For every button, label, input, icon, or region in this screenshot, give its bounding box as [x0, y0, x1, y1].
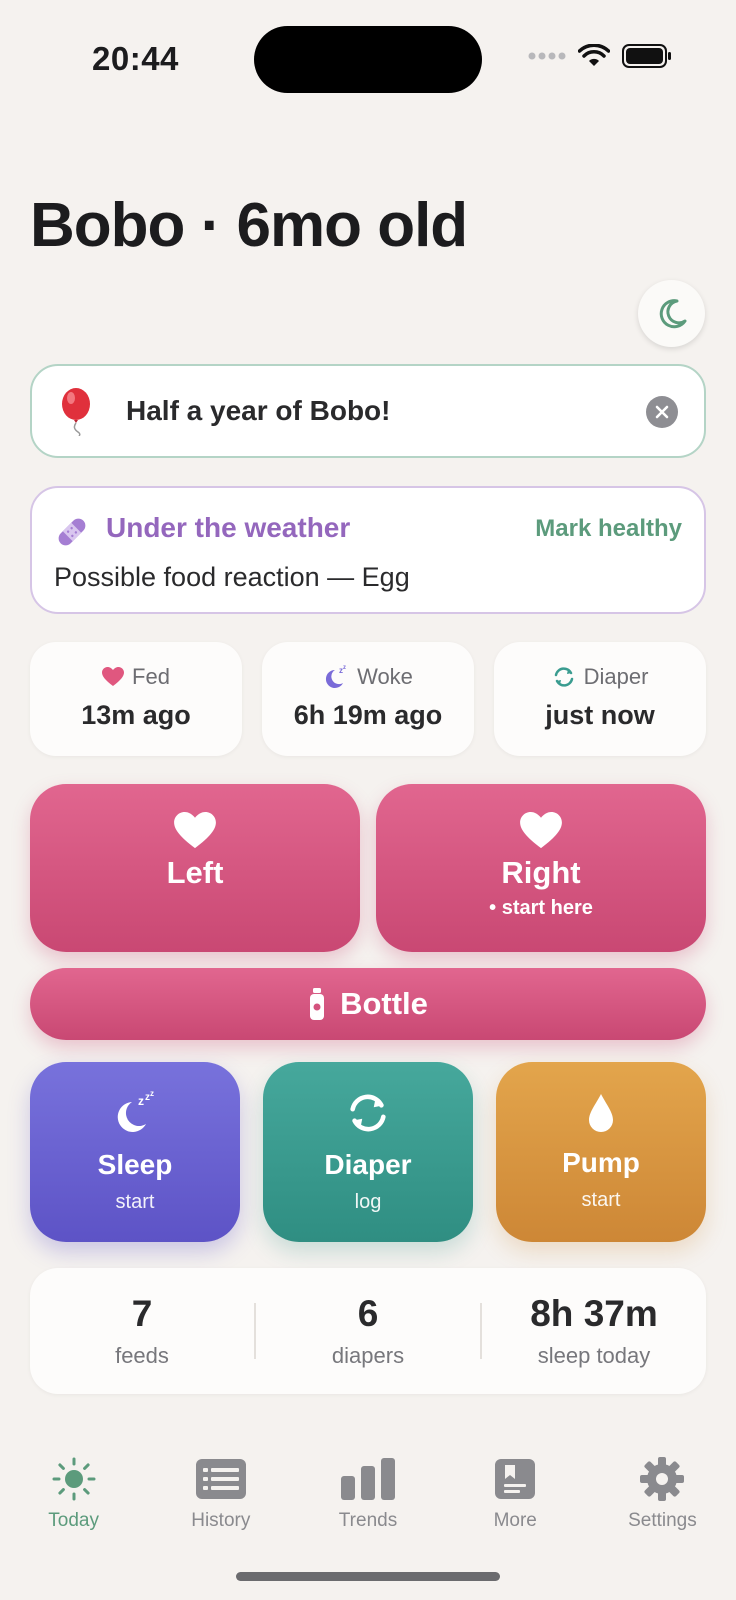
- chip-label-diaper: Diaper: [583, 664, 649, 689]
- tab-more[interactable]: More: [442, 1450, 589, 1560]
- night-mode-button[interactable]: [638, 280, 705, 347]
- close-icon: [655, 405, 669, 419]
- refresh-icon: [554, 667, 573, 687]
- heart-icon: [102, 667, 125, 686]
- pump-label: Pump: [562, 1147, 640, 1178]
- sick-title: Under the weather: [106, 512, 351, 543]
- heart-icon: [174, 812, 216, 849]
- svg-text:z: z: [150, 1090, 154, 1098]
- last-woke-chip[interactable]: z z Woke 6h 19m ago: [262, 642, 474, 756]
- moon-icon: [659, 298, 686, 328]
- bottle-icon: [310, 988, 325, 1020]
- dismiss-milestone-button[interactable]: [646, 396, 678, 428]
- chip-value-diaper: just now: [545, 700, 655, 730]
- sleep-button[interactable]: z z z Sleep start: [30, 1062, 240, 1242]
- summary-feeds-value: 7: [131, 1293, 153, 1334]
- summary-diapers-value: 6: [357, 1293, 379, 1334]
- summary-feeds: 7 feeds: [30, 1293, 254, 1369]
- sleep-moon-icon: z z: [326, 665, 346, 688]
- milestone-banner: Half a year of Bobo!: [30, 364, 706, 458]
- tab-bar: Today History Trends More Settings: [0, 1450, 736, 1560]
- milestone-text: Half a year of Bobo!: [126, 395, 391, 426]
- list-icon: [195, 1459, 246, 1499]
- tab-label-today: Today: [48, 1510, 99, 1531]
- summary-feeds-label: feeds: [115, 1343, 169, 1368]
- summary-diapers: 6 diapers: [256, 1293, 480, 1369]
- refresh-icon: [350, 1094, 386, 1132]
- feed-right-button[interactable]: Right • start here: [376, 784, 706, 952]
- tab-label-history: History: [191, 1510, 251, 1531]
- status-time: 20:44: [92, 40, 179, 77]
- signal-icon: [528, 52, 566, 60]
- tab-label-settings: Settings: [628, 1510, 697, 1531]
- pump-button[interactable]: Pump start: [496, 1062, 706, 1242]
- dynamic-island: [254, 26, 482, 93]
- bottle-button[interactable]: Bottle: [30, 968, 706, 1040]
- mark-healthy-button[interactable]: Mark healthy: [535, 515, 682, 543]
- svg-text:z: z: [343, 665, 346, 671]
- tab-settings[interactable]: Settings: [589, 1450, 736, 1560]
- page-title: Bobo · 6mo old: [30, 191, 468, 260]
- tab-today[interactable]: Today: [0, 1450, 147, 1560]
- gear-icon: [640, 1457, 685, 1501]
- drop-icon: [589, 1094, 613, 1132]
- book-icon: [495, 1459, 536, 1499]
- balloon-icon: [56, 386, 96, 437]
- summary-sleep: 8h 37m sleep today: [482, 1293, 706, 1369]
- chip-value-fed: 13m ago: [81, 700, 191, 730]
- sick-detail: Possible food reaction — Egg: [54, 562, 410, 592]
- wifi-icon: [578, 44, 610, 66]
- summary-diapers-label: diapers: [331, 1343, 405, 1368]
- sun-icon: [52, 1457, 96, 1501]
- feed-left-label: Left: [166, 855, 224, 890]
- summary-sleep-label: sleep today: [537, 1343, 651, 1368]
- feed-right-hint: • start here: [489, 897, 593, 919]
- bandage-icon: [58, 518, 86, 546]
- sleep-moon-icon: z z z: [117, 1089, 154, 1132]
- sleep-label: Sleep: [97, 1149, 173, 1180]
- chip-value-woke: 6h 19m ago: [293, 700, 443, 730]
- last-diaper-chip[interactable]: Diaper just now: [494, 642, 706, 756]
- last-fed-chip[interactable]: Fed 13m ago: [30, 642, 242, 756]
- diaper-label: Diaper: [324, 1149, 412, 1180]
- bar-chart-icon: [341, 1458, 395, 1500]
- diaper-sub: log: [354, 1191, 382, 1213]
- battery-icon: [622, 44, 671, 68]
- svg-text:z: z: [138, 1094, 144, 1108]
- pump-sub: start: [581, 1189, 621, 1211]
- diaper-button[interactable]: Diaper log: [263, 1062, 473, 1242]
- sick-status-card: Under the weather Mark healthy Possible …: [30, 486, 706, 614]
- tab-trends[interactable]: Trends: [294, 1450, 441, 1560]
- daily-summary: 7 feeds 6 diapers 8h 37m sleep today: [30, 1268, 706, 1394]
- feed-right-label: Right: [501, 855, 581, 890]
- status-icons: [528, 44, 672, 68]
- sleep-sub: start: [115, 1191, 155, 1213]
- status-bar: 20:44: [0, 0, 736, 120]
- home-indicator: [236, 1572, 500, 1581]
- tab-label-more: More: [493, 1510, 537, 1531]
- tab-history[interactable]: History: [147, 1450, 294, 1560]
- tab-label-trends: Trends: [338, 1510, 398, 1531]
- chip-label-fed: Fed: [132, 664, 170, 689]
- chip-label-woke: Woke: [357, 664, 413, 689]
- bottle-label: Bottle: [340, 986, 428, 1021]
- heart-icon: [520, 812, 562, 849]
- summary-sleep-value: 8h 37m: [530, 1293, 658, 1334]
- feed-left-button[interactable]: Left: [30, 784, 360, 952]
